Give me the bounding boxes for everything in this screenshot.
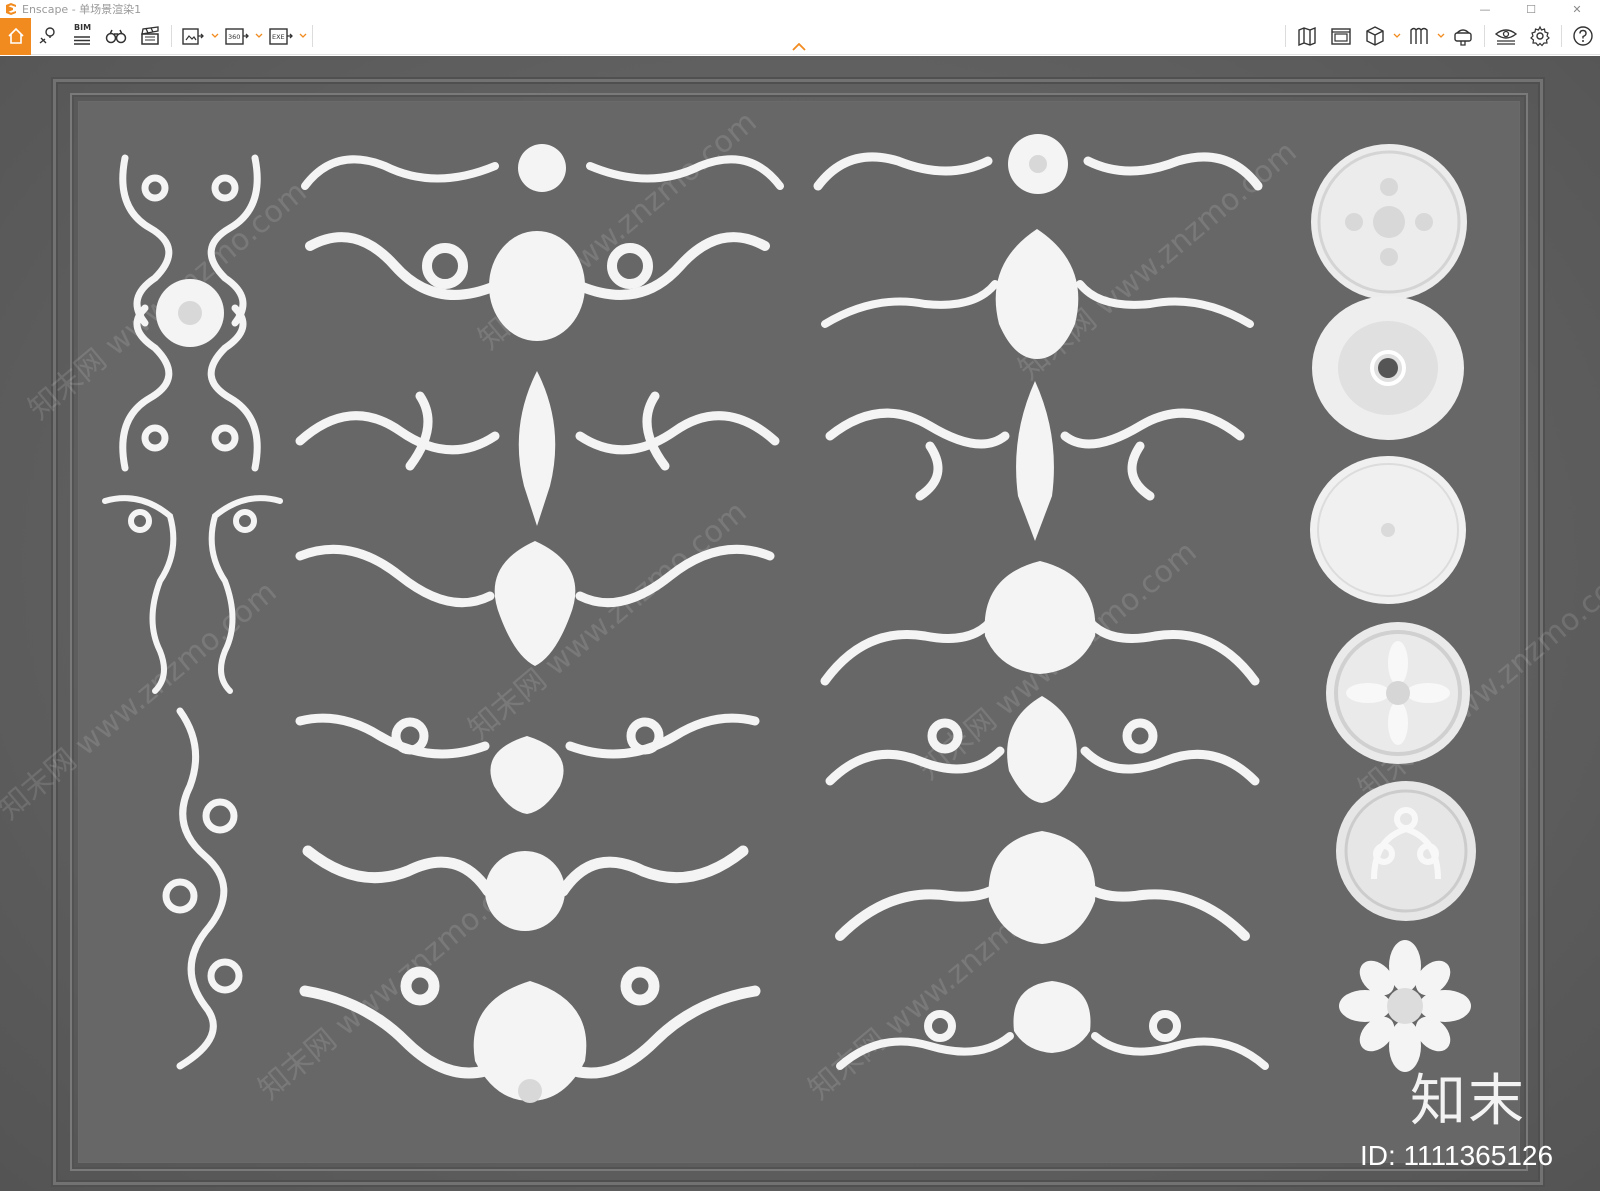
- ornament-horizontal-8: [813, 134, 1263, 194]
- caret-down-icon: [1437, 33, 1445, 38]
- ornament-horizontal-5: [295, 713, 760, 814]
- minimap-button[interactable]: [1324, 18, 1358, 55]
- ceiling-medallion-3: [1310, 456, 1466, 604]
- help-icon: [1573, 26, 1593, 46]
- ornament-horizontal-11: [820, 561, 1260, 686]
- toolbar-separator: [312, 25, 313, 47]
- ornament-horizontal-13: [835, 831, 1250, 944]
- render-viewport[interactable]: 知末网 www.znzmo.com 知末网 www.znzmo.com 知末网 …: [0, 56, 1600, 1191]
- gear-icon: [1530, 25, 1550, 47]
- asset-library-dropdown[interactable]: [1436, 18, 1446, 55]
- ceiling-medallion-1: [1311, 144, 1467, 300]
- window-controls: — ☐ ✕: [1462, 0, 1600, 18]
- bim-button[interactable]: BIM: [65, 18, 99, 55]
- ornament-horizontal-7: [299, 966, 761, 1103]
- ornament-horizontal-14: [836, 981, 1269, 1070]
- ornament-horizontal-1: [301, 144, 784, 192]
- screenshot-dropdown[interactable]: [210, 18, 220, 55]
- caret-down-icon: [1393, 33, 1401, 38]
- toolbar-spacer: [317, 18, 1281, 55]
- section-button[interactable]: [1358, 18, 1392, 55]
- cube-icon: [1366, 26, 1384, 46]
- panorama-button[interactable]: 360: [220, 18, 254, 55]
- ceiling-rosette-leaf: [1339, 940, 1471, 1072]
- home-button[interactable]: [0, 17, 31, 55]
- ornament-horizontal-10: [825, 381, 1245, 541]
- section-dropdown[interactable]: [1392, 18, 1402, 55]
- walk-mode-button[interactable]: [99, 18, 133, 55]
- ornament-horizontal-12: [825, 696, 1260, 803]
- caret-down-icon: [255, 33, 263, 38]
- panorama-360-icon: 360: [225, 28, 249, 45]
- caret-down-icon: [211, 33, 219, 38]
- bim-label: BIM: [74, 22, 92, 32]
- map-pin-icon: [39, 27, 55, 44]
- asset-library-button[interactable]: [1402, 18, 1436, 55]
- minimize-button[interactable]: —: [1462, 0, 1508, 18]
- binoculars-icon: [105, 29, 127, 44]
- exe-label: EXE: [272, 33, 285, 41]
- main-toolbar: BIM 360 EXE: [0, 17, 1600, 55]
- asset-library-icon: [1410, 27, 1428, 44]
- panorama-dropdown[interactable]: [254, 18, 264, 55]
- toolbar-separator: [1484, 25, 1485, 47]
- video-editor-button[interactable]: [133, 18, 167, 55]
- ceiling-medallion-2: [1312, 296, 1464, 440]
- image-export-icon: [182, 28, 204, 45]
- ornament-horizontal-3: [295, 371, 780, 526]
- image-id-label: ID: 1111365126: [1360, 1140, 1554, 1171]
- collapse-toolbar-button[interactable]: [787, 40, 811, 54]
- toolbar-separator: [1561, 25, 1562, 47]
- window-title: Enscape - 单场景渲染1: [22, 3, 142, 16]
- visual-settings-button[interactable]: [1489, 18, 1523, 55]
- enscape-logo-icon: [6, 3, 16, 15]
- map-icon: [1298, 26, 1316, 47]
- home-icon: [7, 27, 24, 44]
- exe-export-dropdown[interactable]: [298, 18, 308, 55]
- screenshot-button[interactable]: [176, 18, 210, 55]
- exe-export-button[interactable]: EXE: [264, 18, 298, 55]
- title-bar: Enscape - 单场景渲染1 — ☐ ✕: [0, 0, 1600, 18]
- ceiling-medallion-4: [1326, 622, 1470, 764]
- brand-watermark: 知末: [1410, 1069, 1526, 1134]
- ornament-horizontal-2: [305, 231, 770, 341]
- help-button[interactable]: [1566, 18, 1600, 55]
- ornament-vertical-scroll: [162, 707, 243, 1070]
- ornament-corner-pair: [102, 495, 283, 694]
- vr-headset-button[interactable]: [1446, 18, 1480, 55]
- view-management-button[interactable]: [31, 18, 65, 55]
- close-button[interactable]: ✕: [1554, 0, 1600, 18]
- vr-headset-icon: [1454, 29, 1472, 46]
- chevron-up-icon: [792, 42, 806, 51]
- toolbar-separator: [1285, 25, 1286, 47]
- ornament-vertical-panel: [119, 154, 261, 472]
- eye-settings-icon: [1494, 29, 1518, 45]
- panorama-label: 360: [228, 33, 240, 41]
- map-button[interactable]: [1290, 18, 1324, 55]
- minimap-icon: [1331, 28, 1351, 45]
- clapboard-icon: [141, 26, 159, 45]
- exe-export-icon: EXE: [269, 28, 293, 45]
- caret-down-icon: [299, 33, 307, 38]
- settings-button[interactable]: [1523, 18, 1557, 55]
- toolbar-separator: [171, 25, 172, 47]
- ornament-horizontal-9: [821, 229, 1254, 359]
- ceiling-medallion-5: [1336, 781, 1476, 921]
- ornament-horizontal-6: [302, 845, 749, 931]
- maximize-button[interactable]: ☐: [1508, 0, 1554, 18]
- ornament-horizontal-4: [295, 541, 775, 666]
